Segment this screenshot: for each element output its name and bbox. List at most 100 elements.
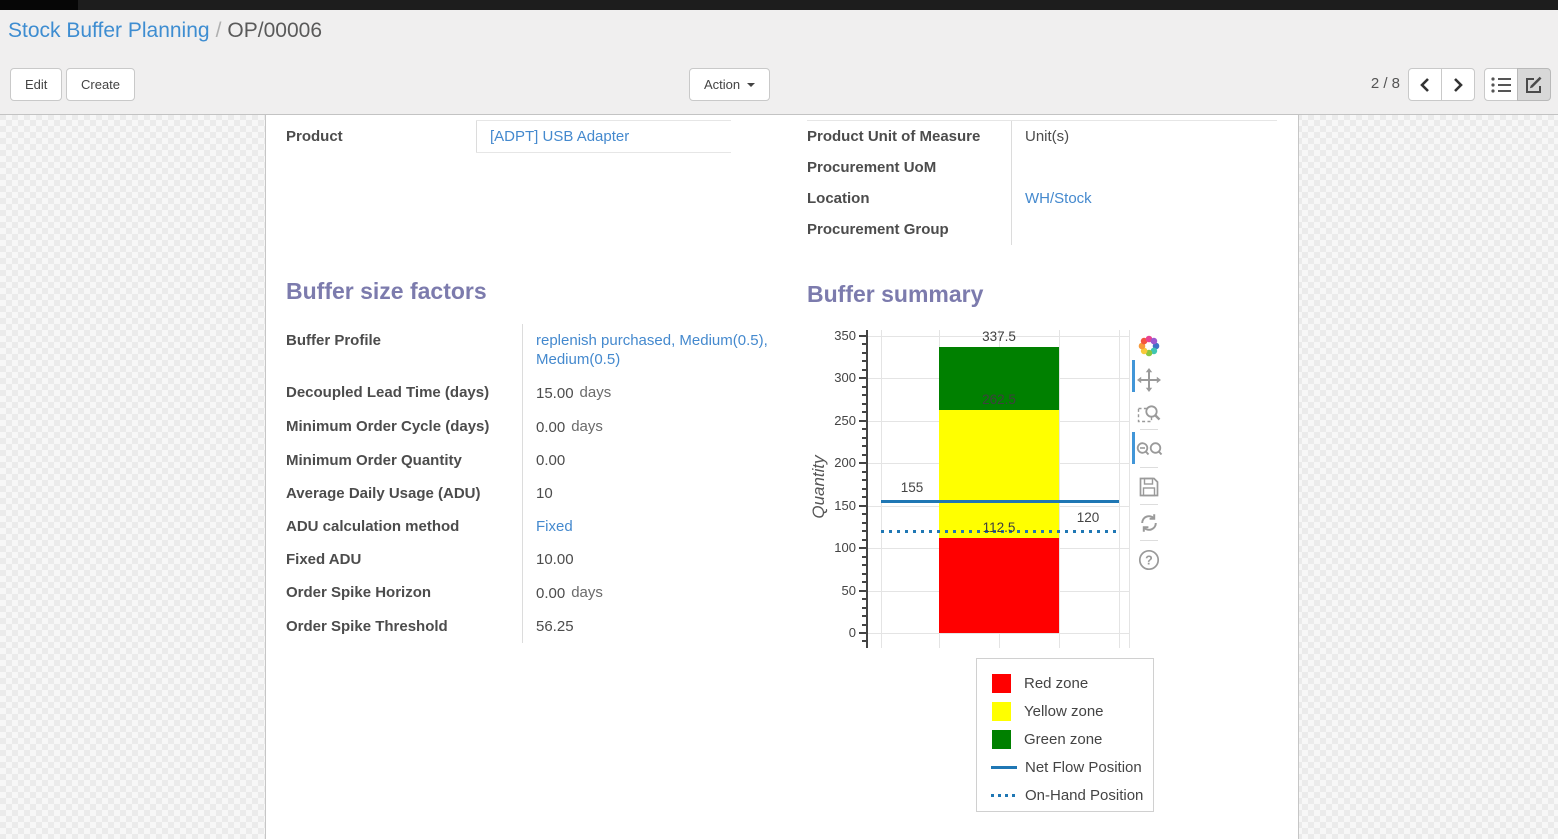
field-text-minimum-order-quantity: 0.00 — [536, 452, 565, 469]
field-text-minimum-order-cycle-days: 0.00 — [536, 419, 565, 436]
field-row-average-daily-usage-adu: Average Daily Usage (ADU) 10 — [286, 477, 781, 510]
buffer-size-factors-title: Buffer size factors — [286, 278, 487, 305]
field-row-location: LocationWH/Stock — [807, 183, 1277, 214]
legend-label-red-zone: Red zone — [1024, 675, 1088, 692]
box-zoom-icon[interactable] — [1135, 400, 1163, 428]
plotly-logo-icon[interactable] — [1135, 332, 1163, 360]
legend-swatch-yellow-zone — [992, 702, 1011, 721]
legend-entry-yellow-zone[interactable]: Yellow zone — [992, 697, 1153, 725]
field-value-buffer-profile[interactable]: replenish purchased, Medium(0.5), Medium… — [523, 324, 782, 376]
y-gridline — [867, 506, 1129, 507]
y-tick-minor — [862, 479, 867, 481]
caret-down-icon — [747, 83, 755, 87]
plot-right-border — [1129, 330, 1130, 648]
field-value-procurement-uom — [1012, 152, 1278, 183]
y-tick-major — [859, 632, 867, 634]
bar-value-label-112-5: 112.5 — [939, 520, 1059, 536]
y-gridline — [867, 378, 1129, 379]
y-tick-minor — [862, 615, 867, 617]
y-tick-minor — [862, 530, 867, 532]
chevron-right-icon — [1452, 77, 1464, 93]
list-view-button[interactable] — [1484, 68, 1518, 101]
field-label-decoupled-lead-time-days: Decoupled Lead Time (days) — [286, 376, 523, 410]
field-label-minimum-order-cycle-days: Minimum Order Cycle (days) — [286, 410, 523, 444]
field-label-product-unit-of-measure: Product Unit of Measure — [807, 121, 1012, 153]
y-tick-minor — [862, 496, 867, 498]
field-link-buffer-profile[interactable]: replenish purchased, Medium(0.5), Medium… — [536, 332, 768, 368]
on-hand-position-line — [881, 530, 1119, 533]
field-link-adu-calculation-method[interactable]: Fixed — [536, 518, 573, 535]
field-value-adu-calculation-method[interactable]: Fixed — [523, 510, 782, 543]
field-row-fixed-adu: Fixed ADU10.00 — [286, 543, 781, 576]
field-link-location[interactable]: WH/Stock — [1025, 190, 1092, 207]
field-label-fixed-adu: Fixed ADU — [286, 543, 523, 576]
y-tick-minor — [862, 564, 867, 566]
breadcrumb-link-stock-buffer-planning[interactable]: Stock Buffer Planning — [8, 19, 210, 42]
x-gridline — [1059, 330, 1060, 648]
pan-icon[interactable] — [1135, 366, 1163, 394]
pager-next-button[interactable] — [1441, 68, 1475, 101]
legend-swatch-green-zone — [992, 730, 1011, 749]
zone-yellow-zone — [939, 410, 1059, 537]
y-tick-minor — [862, 471, 867, 473]
view-switcher-group — [1484, 68, 1551, 101]
y-tick-minor — [862, 640, 867, 642]
legend-entry-net-flow-position[interactable]: Net Flow Position — [992, 753, 1153, 781]
y-axis-line — [866, 330, 868, 648]
net-flow-position-line — [881, 500, 1119, 503]
field-label-order-spike-threshold: Order Spike Threshold — [286, 610, 523, 643]
field-value-decoupled-lead-time-days: 15.00days — [523, 376, 782, 410]
y-tick-minor — [862, 607, 867, 609]
y-tick-minor — [862, 386, 867, 388]
help-icon[interactable]: ? — [1135, 546, 1163, 574]
field-row-order-spike-threshold: Order Spike Threshold56.25 — [286, 610, 781, 643]
zone-green-zone — [939, 347, 1059, 411]
field-label-average-daily-usage-adu: Average Daily Usage (ADU) — [286, 477, 523, 510]
edit-button[interactable]: Edit — [10, 68, 62, 101]
zone-red-zone — [939, 538, 1059, 633]
form-view-button[interactable] — [1517, 68, 1551, 101]
field-label-adu-calculation-method: ADU calculation method — [286, 510, 523, 543]
list-view-icon — [1490, 76, 1512, 94]
y-gridline — [867, 336, 1129, 337]
field-label-product: Product — [286, 121, 477, 153]
y-tick-minor — [862, 598, 867, 600]
field-label-buffer-profile: Buffer Profile — [286, 324, 523, 376]
field-text-average-daily-usage-adu: 10 — [536, 485, 553, 502]
y-tick-minor — [862, 513, 867, 515]
form-sheet: Product [ADPT] USB Adapter Product Unit … — [265, 115, 1299, 839]
form-view-edit-icon — [1524, 75, 1544, 95]
breadcrumb-current-record: OP/00006 — [227, 19, 322, 42]
field-row-procurement-group: Procurement Group — [807, 214, 1277, 245]
legend-entry-red-zone[interactable]: Red zone — [992, 669, 1153, 697]
legend-entry-on-hand-position[interactable]: On-Hand Position — [992, 781, 1153, 809]
y-tick-minor — [862, 343, 867, 345]
field-value-location[interactable]: WH/Stock — [1012, 183, 1278, 214]
product-group-right: Product Unit of MeasureUnit(s)Procuremen… — [807, 120, 1277, 245]
field-label-minimum-order-quantity: Minimum Order Quantity — [286, 444, 523, 477]
field-row-minimum-order-quantity: Minimum Order Quantity 0.00 — [286, 444, 781, 477]
action-dropdown-button[interactable]: Action — [689, 68, 770, 101]
field-row-procurement-uom: Procurement UoM — [807, 152, 1277, 183]
create-button[interactable]: Create — [66, 68, 135, 101]
field-value-product-link[interactable]: [ADPT] USB Adapter — [490, 128, 629, 145]
y-tick-minor — [862, 360, 867, 362]
field-value-product-unit-of-measure: Unit(s) — [1012, 121, 1278, 153]
save-icon[interactable] — [1135, 473, 1163, 501]
x-gridline — [1119, 330, 1120, 648]
chevron-left-icon — [1419, 77, 1431, 93]
field-value-order-spike-threshold: 56.25 — [523, 610, 782, 643]
pager-previous-button[interactable] — [1408, 68, 1442, 101]
legend-entry-green-zone[interactable]: Green zone — [992, 725, 1153, 753]
y-tick-label-50: 50 — [814, 583, 856, 599]
buffer-summary-title: Buffer summary — [807, 281, 983, 308]
reset-axes-icon[interactable] — [1135, 509, 1163, 537]
pager-nav-group — [1408, 68, 1475, 101]
y-tick-minor — [862, 352, 867, 354]
legend-label-green-zone: Green zone — [1024, 731, 1102, 748]
y-gridline — [867, 633, 1129, 634]
zoom-in-out-icon[interactable] — [1135, 436, 1163, 464]
pager-counter: 2 / 8 — [1340, 75, 1400, 92]
field-value-procurement-group — [1012, 214, 1278, 245]
field-row-product: Product [ADPT] USB Adapter — [286, 121, 731, 153]
